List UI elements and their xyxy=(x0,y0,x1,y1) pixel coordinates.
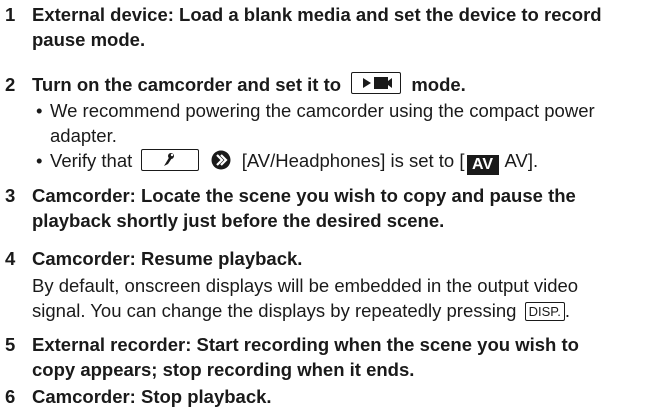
step-number: 4 xyxy=(5,248,16,269)
step-number: 6 xyxy=(5,386,16,407)
bullet-dot: • xyxy=(36,150,43,171)
option-text: AV]. xyxy=(504,150,539,171)
description-end: . xyxy=(564,300,570,321)
playback-mode-icon xyxy=(351,72,402,94)
step-heading: Camcorder: Stop playback. xyxy=(32,384,668,409)
step-heading: Camcorder: Locate the scene you wish to … xyxy=(32,183,668,233)
step-heading-line: External recorder: Start recording when … xyxy=(32,334,579,355)
step-4-description: By default, onscreen displays will be em… xyxy=(32,273,668,323)
description-line: By default, onscreen displays will be em… xyxy=(32,275,579,296)
step-heading-text: Turn on the camcorder and set it to xyxy=(32,74,342,95)
setup-menu-icon xyxy=(141,149,200,171)
step-number: 1 xyxy=(5,4,16,25)
step-heading-line: Camcorder: Stop playback. xyxy=(32,386,272,407)
step-heading-line: playback shortly just before the desired… xyxy=(32,210,445,231)
bullet-text: We recommend powering the camcorder usin… xyxy=(50,98,668,148)
step-heading: Camcorder: Resume playback. xyxy=(32,246,668,271)
bullet-text-before: Verify that xyxy=(50,150,133,171)
step-heading-line: pause mode. xyxy=(32,29,146,50)
disp-button-key: DISP. xyxy=(524,302,565,321)
bullet-dot: • xyxy=(36,100,43,121)
step-heading-line: copy appears; stop recording when it end… xyxy=(32,359,415,380)
av-badge: AV xyxy=(466,155,499,175)
step-heading-text: mode. xyxy=(411,74,466,95)
step-number: 2 xyxy=(5,74,16,95)
step-heading: External recorder: Start recording when … xyxy=(32,332,668,382)
step-heading-line: External device: Load a blank media and … xyxy=(32,4,602,25)
instruction-page: 1 External device: Load a blank media an… xyxy=(0,0,672,409)
step-heading-line: Camcorder: Resume playback. xyxy=(32,248,303,269)
step-heading-line: Camcorder: Locate the scene you wish to … xyxy=(32,185,576,206)
menu-item-text: [AV/Headphones] is set to [ xyxy=(241,150,465,171)
bullet-line: We recommend powering the camcorder usin… xyxy=(50,100,595,121)
double-chevron-right-icon xyxy=(211,150,231,176)
step-heading: External device: Load a blank media and … xyxy=(32,2,668,52)
step-number: 3 xyxy=(5,185,16,206)
step-heading: Turn on the camcorder and set it to mode… xyxy=(32,72,668,97)
bullet-line: adapter. xyxy=(50,125,117,146)
bullet-text: Verify that [AV/Headphones] is set to [A… xyxy=(50,148,668,176)
description-line: signal. You can change the displays by r… xyxy=(32,300,517,321)
step-number: 5 xyxy=(5,334,16,355)
